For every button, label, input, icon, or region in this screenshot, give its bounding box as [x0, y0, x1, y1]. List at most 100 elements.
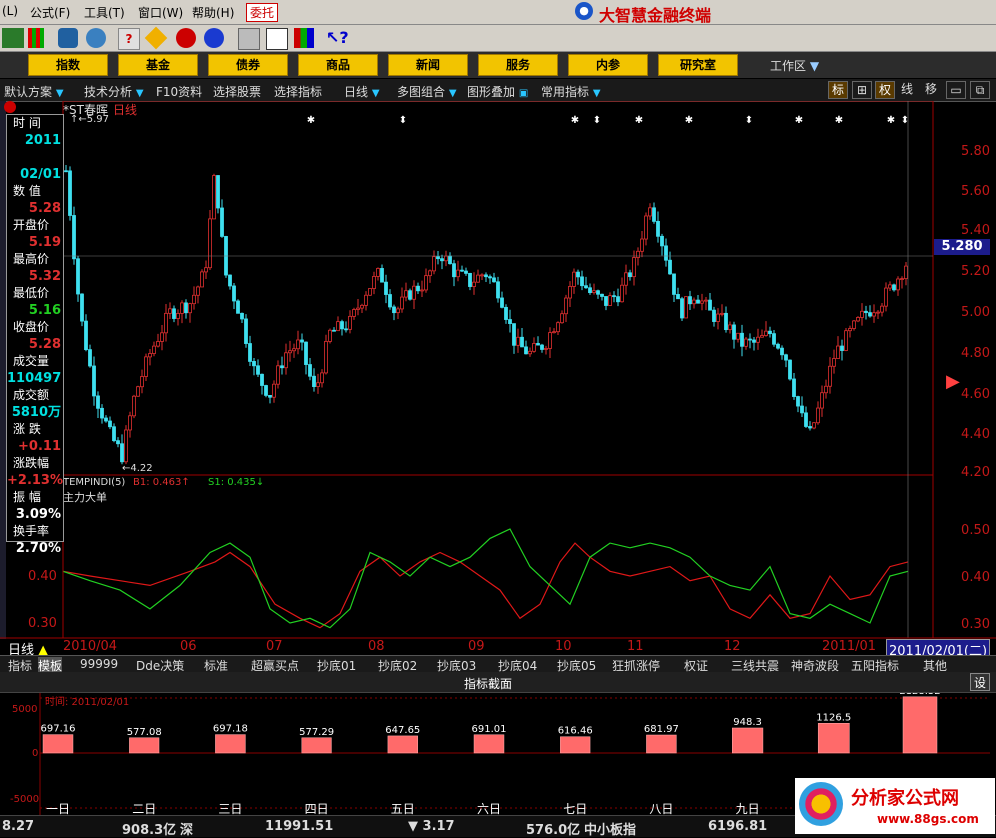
nav-commodity-button[interactable]: 商品	[298, 54, 378, 76]
nav-bond-button[interactable]: 债券	[208, 54, 288, 76]
menu-item-help[interactable]: 帮助(H)	[192, 4, 234, 21]
entrust-button[interactable]: 委托	[246, 3, 279, 22]
maximize-icon[interactable]: ▭	[946, 81, 966, 99]
window-layout-icon[interactable]	[266, 28, 288, 50]
select-indicator-button[interactable]: 选择指标	[274, 83, 322, 100]
candle-body	[272, 383, 276, 398]
f10-button[interactable]: F10资料	[156, 83, 202, 100]
indicator-left-tick: 0.40	[28, 569, 57, 584]
section-category-label: 五日	[391, 802, 415, 815]
candle-body	[484, 274, 488, 278]
candle-body	[868, 312, 872, 317]
binoculars-icon[interactable]	[58, 28, 78, 48]
candle-body	[448, 255, 452, 265]
candle-body	[400, 296, 404, 310]
nav-service-button[interactable]: 服务	[478, 54, 558, 76]
question-icon[interactable]: ?	[118, 28, 140, 50]
candle-body	[584, 285, 588, 289]
period-select[interactable]: 日线 ▼	[344, 83, 380, 100]
mouse-cursor-icon: ▶	[946, 371, 960, 392]
section-bar-value: 616.46	[558, 726, 593, 737]
signal-marker-icon: ⬍	[745, 115, 753, 126]
restore-icon[interactable]: ⧉	[970, 81, 990, 99]
nav-research-button[interactable]: 研究室	[658, 54, 738, 76]
mark-toggle[interactable]: 标	[828, 81, 848, 99]
nav-fund-button[interactable]: 基金	[118, 54, 198, 76]
candle-body	[116, 440, 120, 445]
menu-item-formula[interactable]: 公式(F)	[30, 4, 70, 21]
nav-index-button[interactable]: 指数	[28, 54, 108, 76]
menu-item-l[interactable]: (L)	[2, 4, 18, 18]
candle-body	[596, 290, 600, 295]
section-bar-value: 1126.5	[816, 712, 851, 723]
line-toggle[interactable]: 线	[898, 81, 916, 97]
candle-body	[824, 385, 828, 394]
menu-item-tools[interactable]: 工具(T)	[84, 4, 125, 21]
price-tick: 5.40	[961, 223, 990, 238]
nav-news-button[interactable]: 新闻	[388, 54, 468, 76]
select-stock-button[interactable]: 选择股票	[213, 83, 261, 100]
info-value: 2.70%	[15, 541, 61, 556]
indicator-tick: 0.40	[961, 570, 990, 585]
candle-body	[708, 299, 712, 311]
candle-body	[336, 321, 340, 332]
candle-body	[136, 386, 140, 397]
scheme-select[interactable]: 默认方案 ▼	[4, 83, 64, 100]
signal-marker-icon: ✱	[835, 115, 843, 126]
status-value: 中小板指	[584, 823, 637, 838]
candle-body	[528, 350, 532, 355]
workarea-label[interactable]: 工作区 ▼	[770, 57, 819, 74]
candle-body	[652, 207, 656, 222]
multi-chart-select[interactable]: 多图组合 ▼	[397, 83, 457, 100]
candle-body	[760, 335, 764, 338]
kline-chart[interactable]: ✱ ⬍ ✱ ⬍ ✱ ✱ ⬍ ✱ ✱ ✱ ⬍	[0, 101, 996, 639]
candle-body	[744, 338, 748, 347]
diamond-icon[interactable]	[144, 26, 168, 50]
tech-analysis-select[interactable]: 技术分析 ▼	[84, 83, 144, 100]
indicator-tab[interactable]: 99999	[80, 657, 118, 671]
menu-bar: (L) 公式(F) 工具(T) 窗口(W) 帮助(H) 委托 ● 大智慧金融终端	[0, 0, 996, 25]
candle-body	[348, 315, 352, 330]
high-mark-value: 5.97	[86, 114, 110, 125]
candle-body	[212, 175, 216, 220]
dropdown-arrow-icon: ▼	[371, 88, 380, 99]
signal-markers: ✱ ⬍ ✱ ⬍ ✱ ✱ ⬍ ✱ ✱ ✱ ⬍	[307, 115, 909, 126]
candle-body	[628, 272, 632, 278]
bars-icon[interactable]	[28, 28, 44, 48]
indicator-s1-value: S1: 0.435	[208, 477, 256, 488]
chevron-down-icon: ▼	[809, 59, 820, 73]
scheme-label: 默认方案	[4, 85, 53, 99]
info-value: 3.09%	[15, 507, 61, 522]
candle-body	[496, 281, 500, 299]
candle-body	[704, 299, 708, 302]
overlay-select[interactable]: 图形叠加 ▣	[467, 83, 528, 100]
circle-blue-icon[interactable]	[204, 28, 224, 48]
current-price-box: 5.280	[934, 239, 990, 255]
candle-body	[676, 294, 680, 300]
watermark-logo: 分析家公式网 www.88gs.com	[795, 778, 995, 834]
section-settings-button[interactable]: 设	[970, 673, 990, 691]
grid-toggle[interactable]: ⊞	[852, 81, 872, 99]
settings-dot-icon[interactable]	[4, 101, 16, 113]
common-indicator-select[interactable]: 常用指标 ▼	[541, 83, 601, 100]
month-label: 11	[627, 639, 644, 654]
candle-body	[608, 295, 612, 306]
candle-body	[184, 302, 188, 314]
info-label: 成交量	[13, 354, 50, 368]
flag-icon[interactable]	[2, 28, 24, 48]
indicator-subtitle: 主力大单	[63, 491, 107, 504]
section-bar	[387, 735, 418, 754]
info-value: 5.28	[28, 337, 61, 352]
candle-body	[372, 276, 376, 289]
candle-body	[660, 235, 664, 247]
nav-insider-button[interactable]: 内参	[568, 54, 648, 76]
candle-body	[872, 312, 876, 317]
move-toggle[interactable]: 移	[922, 81, 940, 97]
menu-item-window[interactable]: 窗口(W)	[138, 4, 183, 21]
help-cursor-icon[interactable]: ↖?	[326, 28, 349, 48]
books-icon[interactable]	[294, 28, 314, 48]
rights-toggle[interactable]: 权	[875, 81, 895, 99]
document-icon[interactable]	[238, 28, 260, 50]
circle-red-icon[interactable]	[176, 28, 196, 48]
bell-icon[interactable]	[86, 28, 106, 48]
